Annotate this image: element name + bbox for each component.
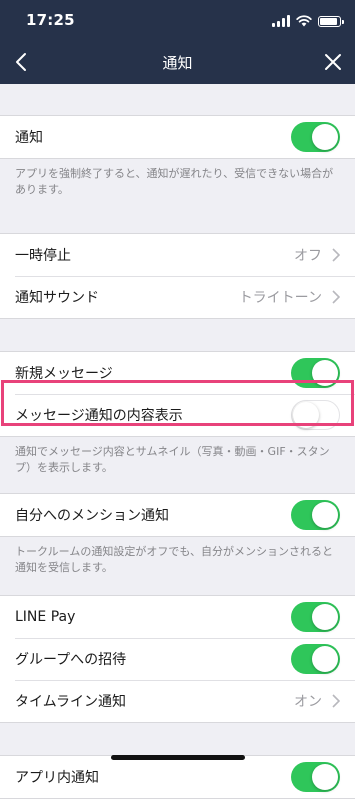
timeline-value: オン [294, 694, 322, 710]
line-pay-row[interactable]: LINE Pay [0, 596, 355, 638]
message-content-toggle[interactable] [291, 400, 340, 430]
group-invite-toggle[interactable] [291, 644, 340, 674]
toggle-knob [312, 646, 338, 672]
status-icons [272, 13, 344, 27]
toggle-knob [293, 401, 319, 428]
close-button[interactable] [317, 46, 349, 78]
pause-row[interactable]: 一時停止 オフ [0, 234, 355, 276]
sound-value: トライトーン [238, 290, 322, 306]
notify-section: 通知 [0, 115, 355, 159]
timeline-row[interactable]: タイムライン通知 オン [0, 680, 355, 722]
pause-value: オフ [294, 248, 322, 264]
in-app-label: アプリ内通知 [15, 770, 99, 786]
message-section: 新規メッセージ メッセージ通知の内容表示 [0, 351, 355, 437]
status-bar: 17:25 [0, 0, 355, 40]
page-title: 通知 [162, 54, 193, 72]
other-section: LINE Pay グループへの招待 タイムライン通知 オン [0, 595, 355, 723]
home-indicator [111, 755, 245, 760]
toggle-knob [312, 502, 338, 528]
sound-row[interactable]: 通知サウンド トライトーン [0, 276, 355, 318]
toggle-knob [312, 360, 338, 386]
settings-list: 通知 アプリを強制終了すると、通知が遅れたり、受信できない場合があります。 一時… [0, 84, 355, 799]
toggle-knob [312, 604, 338, 630]
line-pay-label: LINE Pay [15, 609, 76, 625]
mention-footnote: トークルームの通知設定がオフでも、自分がメンションされると通知を受信します。 [15, 545, 334, 574]
message-content-row[interactable]: メッセージ通知の内容表示 [0, 394, 355, 436]
notify-toggle[interactable] [291, 122, 340, 152]
notify-row[interactable]: 通知 [0, 116, 355, 158]
sound-section: 一時停止 オフ 通知サウンド トライトーン [0, 233, 355, 319]
in-app-section: アプリ内通知 [0, 755, 355, 799]
new-message-row[interactable]: 新規メッセージ [0, 352, 355, 394]
cellular-signal-icon [272, 15, 290, 27]
group-invite-row[interactable]: グループへの招待 [0, 638, 355, 680]
group-invite-label: グループへの招待 [15, 652, 127, 668]
close-icon [325, 54, 341, 70]
header: 17:25 通知 [0, 0, 355, 84]
nav-bar: 通知 [0, 40, 355, 84]
timeline-label: タイムライン通知 [15, 694, 127, 710]
mention-toggle[interactable] [291, 500, 340, 530]
notify-footnote: アプリを強制終了すると、通知が遅れたり、受信できない場合があります。 [15, 167, 334, 196]
message-content-footnote: 通知でメッセージ内容とサムネイル（写真・動画・GIF・スタンプ）を表示します。 [15, 445, 330, 474]
in-app-row[interactable]: アプリ内通知 [0, 756, 355, 798]
mention-section: 自分へのメンション通知 [0, 493, 355, 537]
pause-label: 一時停止 [15, 248, 71, 264]
chevron-right-icon [332, 694, 340, 708]
toggle-knob [312, 124, 338, 150]
in-app-toggle[interactable] [291, 762, 340, 792]
status-time: 17:25 [26, 11, 75, 29]
notify-label: 通知 [15, 130, 43, 146]
new-message-toggle[interactable] [291, 358, 340, 388]
mention-row[interactable]: 自分へのメンション通知 [0, 494, 355, 536]
message-content-label: メッセージ通知の内容表示 [15, 408, 183, 424]
line-pay-toggle[interactable] [291, 602, 340, 632]
mention-label: 自分へのメンション通知 [15, 508, 169, 524]
sound-label: 通知サウンド [15, 290, 99, 306]
chevron-right-icon [332, 290, 340, 304]
new-message-label: 新規メッセージ [15, 366, 113, 382]
chevron-right-icon [332, 248, 340, 262]
wifi-icon [296, 15, 312, 27]
battery-icon [318, 16, 344, 27]
